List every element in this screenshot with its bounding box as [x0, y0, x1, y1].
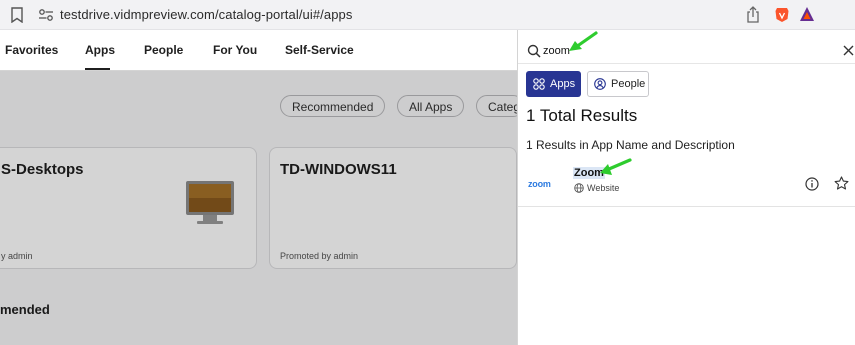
- search-panel: Apps People 1 Total Results 1 Results in…: [517, 30, 855, 345]
- bookmark-icon[interactable]: [10, 7, 24, 23]
- site-settings-icon[interactable]: [38, 8, 54, 22]
- search-icon: [527, 44, 541, 58]
- favorite-star-icon[interactable]: [834, 176, 849, 191]
- results-subheading: 1 Results in App Name and Description: [526, 138, 735, 152]
- nav-people[interactable]: People: [144, 43, 183, 57]
- search-tab-people[interactable]: People: [587, 71, 649, 97]
- search-tab-people-label: People: [611, 78, 646, 90]
- search-tab-apps[interactable]: Apps: [526, 71, 581, 97]
- brave-shield-icon[interactable]: [775, 6, 789, 23]
- url-text[interactable]: testdrive.vidmpreview.com/catalog-portal…: [60, 7, 352, 22]
- top-navigation: Favorites Apps People For You Self-Servi…: [0, 30, 517, 71]
- search-tab-apps-label: Apps: [550, 78, 576, 90]
- nav-favorites[interactable]: Favorites: [5, 43, 58, 57]
- nav-for-you[interactable]: For You: [213, 43, 257, 57]
- total-results-heading: 1 Total Results: [526, 106, 638, 125]
- active-tab-indicator: [85, 68, 110, 70]
- share-icon[interactable]: [746, 6, 760, 23]
- search-result-row[interactable]: zoom Zoom Website: [518, 161, 855, 207]
- browser-address-bar: testdrive.vidmpreview.com/catalog-portal…: [0, 0, 855, 30]
- apps-grid-icon: [533, 78, 545, 90]
- person-icon: [594, 78, 606, 90]
- close-icon[interactable]: [843, 45, 854, 56]
- zoom-logo: zoom: [528, 179, 551, 189]
- nav-apps[interactable]: Apps: [85, 43, 115, 57]
- annotation-arrow-icon: [600, 158, 632, 175]
- info-icon[interactable]: [805, 177, 819, 191]
- globe-icon: [574, 183, 584, 193]
- annotation-arrow-icon: [569, 31, 598, 51]
- nav-self-service[interactable]: Self-Service: [285, 43, 354, 57]
- modal-backdrop[interactable]: [0, 71, 517, 345]
- result-app-type: Website: [587, 183, 620, 193]
- bat-rewards-icon[interactable]: [799, 6, 815, 22]
